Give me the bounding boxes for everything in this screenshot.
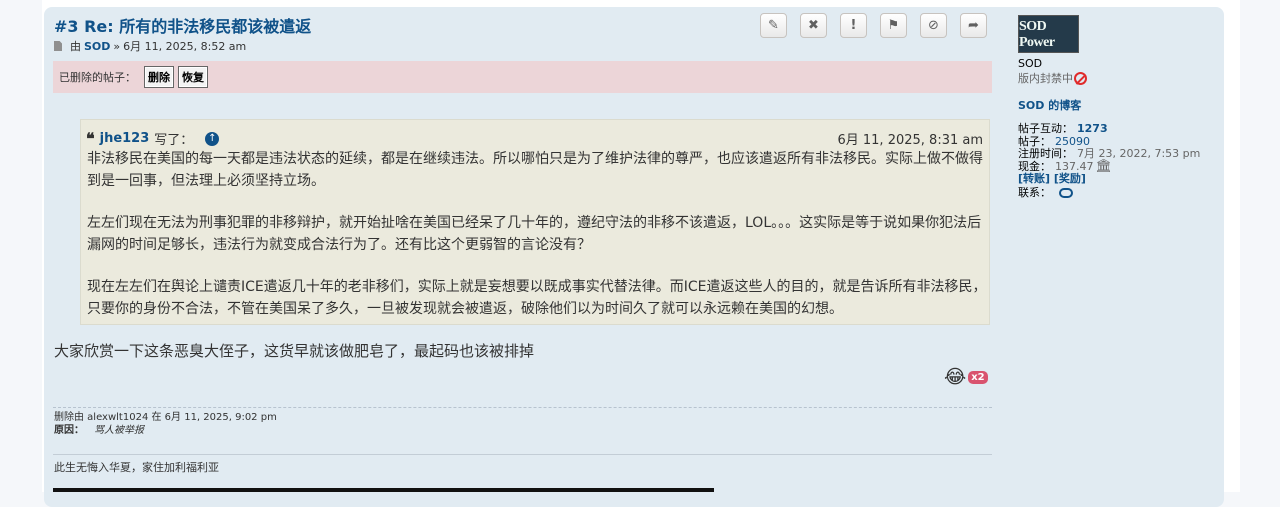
ban-icon: ⊘ bbox=[928, 18, 939, 33]
close-icon: ✖ bbox=[808, 18, 819, 33]
gift-icon: ⚑ bbox=[887, 18, 900, 33]
bank-icon[interactable]: 🏛 bbox=[1096, 160, 1113, 174]
profile-stats: 帖子互动： 1273 帖子： 25090 注册时间： 7月 23, 2022, 7:5… bbox=[1018, 122, 1218, 200]
chat-icon[interactable] bbox=[1059, 187, 1073, 198]
quote-paragraph: 非法移民在美国的每一天都是违法状态的延续，都是在继续违法。所以哪怕只是为了维护法… bbox=[87, 151, 983, 189]
divider bbox=[53, 407, 992, 408]
permanent-delete-button[interactable]: 删除 bbox=[144, 66, 174, 88]
quote-button[interactable]: ➦ bbox=[960, 13, 987, 38]
post-timestamp: 6月 11, 2025, 8:52 am bbox=[123, 40, 247, 53]
stat-label: 帖子： bbox=[1018, 134, 1051, 148]
cash-amount: 137.47 bbox=[1055, 159, 1094, 173]
post-meta: 由 SOD » 6月 11, 2025, 8:52 am bbox=[54, 38, 246, 54]
page-background-right bbox=[1240, 0, 1280, 492]
post-actions: ✎ ✖ ! ⚑ ⊘ ➦ bbox=[760, 13, 1000, 38]
exclamation-icon: ! bbox=[850, 18, 857, 33]
profile-name[interactable]: SOD bbox=[1018, 57, 1218, 70]
stat-label: 现金： bbox=[1018, 159, 1051, 173]
stat-label: 帖子互动： bbox=[1018, 122, 1073, 135]
page-background-left bbox=[0, 0, 42, 492]
posts-link[interactable]: 25090 bbox=[1055, 135, 1090, 148]
stat-contact: 联系： bbox=[1018, 186, 1218, 200]
edit-button[interactable]: ✎ bbox=[760, 13, 787, 38]
restore-button[interactable]: 恢复 bbox=[178, 66, 208, 88]
gift-button[interactable]: ⚑ bbox=[880, 13, 907, 38]
pencil-icon: ✎ bbox=[768, 18, 779, 33]
deleted-label: 已删除的帖子： bbox=[59, 71, 136, 84]
blog-link[interactable]: SOD 的博客 bbox=[1018, 97, 1218, 113]
rank-label: 版内封禁中 bbox=[1018, 72, 1073, 85]
transfer-link[interactable]: [转账] bbox=[1018, 172, 1050, 185]
laughing-emoji-icon: 😂 bbox=[944, 366, 967, 388]
post-icon bbox=[54, 41, 62, 51]
reaction[interactable]: 😂 x2 bbox=[944, 367, 988, 387]
deletion-note: 删除由 alexwlt1024 在 6月 11, 2025, 9:02 pm 原… bbox=[54, 411, 277, 437]
profile-rank: 版内封禁中 bbox=[1018, 70, 1218, 86]
post-author[interactable]: SOD bbox=[84, 40, 110, 53]
post-container: #3 Re: 所有的非法移民都该被遣返 由 SOD » 6月 11, 2025,… bbox=[44, 7, 1224, 507]
deletion-reason-row: 原因： 骂人被举报 bbox=[54, 424, 277, 437]
quote-paragraph: 现在左左们在舆论上谴责ICE遣返几十年的老非移们，实际上就是妄想要以既成事实代替… bbox=[87, 279, 987, 317]
meta-by: 由 bbox=[70, 40, 81, 53]
quote-author[interactable]: jhe123 bbox=[100, 131, 150, 146]
quote-timestamp: 6月 11, 2025, 8:31 am bbox=[837, 133, 983, 148]
stat-label: 注册时间： bbox=[1018, 147, 1073, 160]
reaction-count: x2 bbox=[968, 370, 988, 384]
deletion-reason: 骂人被举报 bbox=[94, 425, 144, 436]
quote-header: ❝ jhe123 写了： ↑ bbox=[86, 129, 220, 148]
report-button[interactable]: ! bbox=[840, 13, 867, 38]
share-icon: ➦ bbox=[968, 18, 979, 33]
delete-button[interactable]: ✖ bbox=[800, 13, 827, 38]
post-body: 大家欣赏一下这条恶臭大侄子，这货早就该做肥皂了，最起码也该被排掉 bbox=[54, 342, 535, 360]
cash-actions: [转账] [奖励] bbox=[1018, 172, 1218, 186]
ban-button[interactable]: ⊘ bbox=[920, 13, 947, 38]
quote-block: ❝ jhe123 写了： ↑ 6月 11, 2025, 8:31 am 非法移民… bbox=[80, 119, 990, 325]
reason-label: 原因： bbox=[54, 425, 84, 436]
quote-paragraph: 左左们现在无法为刑事犯罪的非移辩护，就开始扯啥在美国已经呆了几十年的，遵纪守法的… bbox=[87, 215, 982, 253]
stat-label: 联系： bbox=[1018, 185, 1051, 199]
avatar[interactable]: SOD Power bbox=[1018, 15, 1079, 53]
quote-icon: ❝ bbox=[86, 129, 95, 148]
interactions-link[interactable]: 1273 bbox=[1077, 122, 1108, 135]
deletion-line: 删除由 alexwlt1024 在 6月 11, 2025, 9:02 pm bbox=[54, 412, 277, 423]
signature: 此生无悔入华夏，家住加利福利亚 bbox=[54, 461, 219, 474]
banned-icon bbox=[1074, 71, 1087, 85]
signature-divider bbox=[53, 454, 992, 455]
quote-body: 非法移民在美国的每一天都是违法状态的延续，都是在继续违法。所以哪怕只是为了维护法… bbox=[87, 148, 987, 340]
signature-image bbox=[53, 488, 714, 492]
author-profile: SOD Power SOD 版内封禁中 SOD 的博客 帖子互动： 1273 帖子… bbox=[1018, 15, 1218, 199]
arrow-up-icon[interactable]: ↑ bbox=[205, 131, 220, 146]
meta-separator: » bbox=[113, 39, 121, 53]
reward-link[interactable]: [奖励] bbox=[1054, 172, 1086, 185]
deleted-post-bar: 已删除的帖子： 删除 恢复 bbox=[53, 61, 992, 93]
post-title[interactable]: #3 Re: 所有的非法移民都该被遣返 bbox=[54, 13, 311, 37]
quote-wrote-label: 写了： bbox=[154, 133, 194, 148]
